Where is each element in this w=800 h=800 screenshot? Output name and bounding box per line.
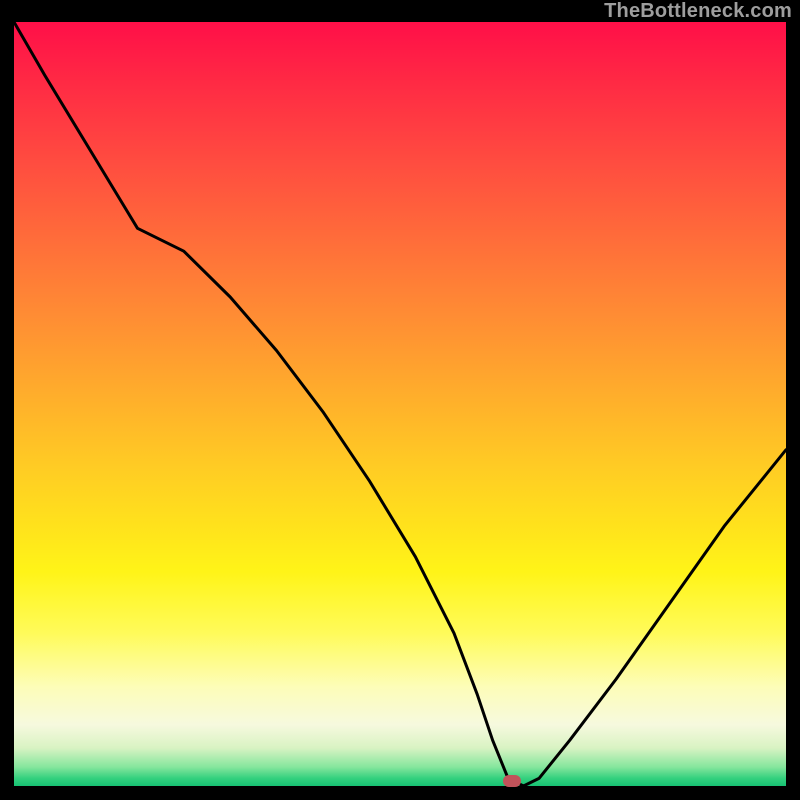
chart-frame: TheBottleneck.com (0, 0, 800, 800)
bottleneck-curve (14, 22, 786, 786)
watermark-text: TheBottleneck.com (604, 0, 792, 23)
optimum-marker (503, 775, 521, 787)
plot-area (14, 22, 786, 786)
